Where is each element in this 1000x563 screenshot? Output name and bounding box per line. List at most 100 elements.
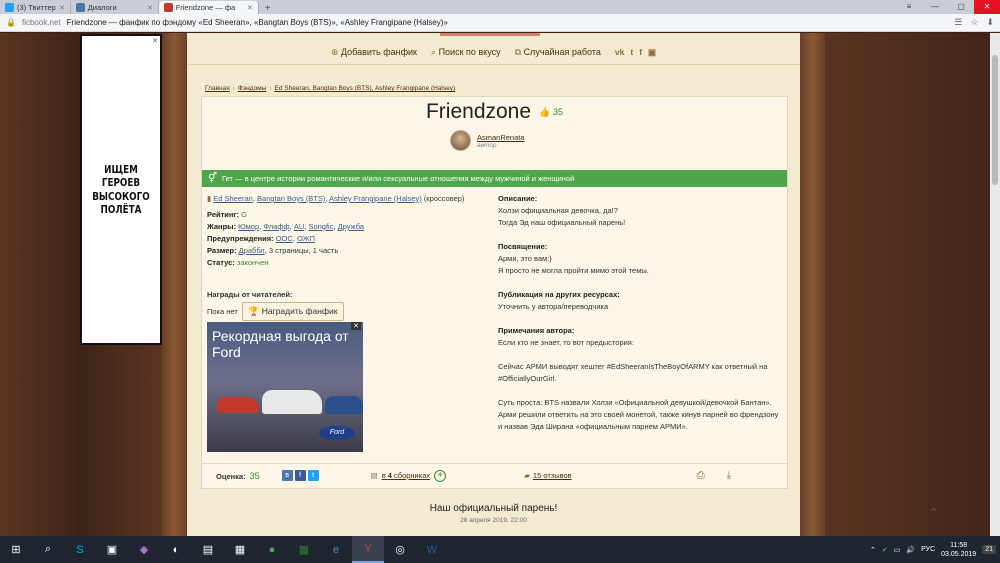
author-block: AsmanRenata автор xyxy=(450,130,525,151)
breadcrumb-fandoms[interactable]: Фэндомы xyxy=(238,85,266,92)
tray-up-icon[interactable]: ⌃ xyxy=(870,546,876,554)
windows-taskbar: ⊞ ⌕ S ▣ ◆ ◐ ▤ ▦ ● ▩ e Y ◎ W ⌃ ✔ ▭ 🔊 РУС … xyxy=(0,536,1000,563)
warning-link[interactable]: ОЖП xyxy=(297,234,315,243)
tab-twitter[interactable]: (3) Твиттер ✕ xyxy=(0,1,71,14)
bookmarks-icon[interactable]: ≡ xyxy=(896,0,922,14)
ford-ad[interactable]: ✕ Рекордная выгода от Ford Ford xyxy=(207,322,363,452)
excel-icon[interactable]: ▩ xyxy=(288,536,320,563)
torrent-icon[interactable]: ● xyxy=(256,536,288,563)
collections-prefix: в xyxy=(381,471,386,480)
score-block: Оценка: 35 xyxy=(216,471,260,481)
description-section: Описание: Холзи официальная девочка, да!… xyxy=(498,193,783,229)
windows-start-icon[interactable]: ⊞ xyxy=(0,536,32,563)
add-to-collection-button[interactable]: + xyxy=(434,469,447,482)
search-icon[interactable]: ⌕ xyxy=(32,536,64,563)
paint-icon[interactable]: ◆ xyxy=(128,536,160,563)
shield-icon[interactable]: ✔ xyxy=(882,546,888,554)
site-navigation: ⊕ Добавить фанфик ⌕ Поиск по вкусу ⧉ Слу… xyxy=(187,41,800,65)
rating-value[interactable]: G xyxy=(241,210,247,219)
tab-friendzone[interactable]: Friendzone — фа ✕ xyxy=(158,1,259,14)
page-scrollbar[interactable] xyxy=(990,33,1000,536)
size-link[interactable]: Драббл xyxy=(239,246,265,255)
collections-count: 4 xyxy=(387,471,392,480)
twitter-icon[interactable]: t xyxy=(630,47,633,58)
score-value: 35 xyxy=(249,470,260,481)
notification-badge[interactable]: 21 xyxy=(982,545,996,554)
language-indicator[interactable]: РУС xyxy=(921,546,935,553)
breadcrumb-fandom-list[interactable]: Ed Sheeran, Bangtan Boys (BTS), Ashley F… xyxy=(275,85,456,92)
download-icon[interactable]: ⤓ xyxy=(727,470,731,481)
fandom-link[interactable]: Ashley Frangipane (Halsey) xyxy=(329,194,422,203)
close-icon[interactable]: ✕ xyxy=(247,4,253,12)
minimize-icon[interactable]: — xyxy=(922,0,948,14)
camera-icon[interactable]: ▣ xyxy=(96,536,128,563)
print-icon[interactable]: ⎙ xyxy=(697,470,705,481)
work-metadata: ▮ Ed Sheeran, Bangtan Boys (BTS), Ashley… xyxy=(207,193,487,269)
author-name[interactable]: AsmanRenata xyxy=(477,133,525,142)
genre-link[interactable]: AU xyxy=(294,222,304,231)
ad-close-icon[interactable]: ✕ xyxy=(152,37,158,45)
status-label: Статус: xyxy=(207,258,235,267)
ficbook-icon xyxy=(163,3,173,12)
star-icon[interactable]: ☆ xyxy=(970,17,978,28)
clock[interactable]: 11:58 03.05.2019 xyxy=(941,541,976,559)
chapter-title: Наш официальный парень! xyxy=(429,503,558,514)
app-icon[interactable]: ◐ xyxy=(160,536,192,563)
media-icon[interactable]: ◎ xyxy=(384,536,416,563)
new-tab-button[interactable]: + xyxy=(259,3,277,14)
search-icon: ⌕ xyxy=(431,47,437,57)
genre-link[interactable]: Флафф xyxy=(263,222,289,231)
fandom-link[interactable]: Ed Sheeran xyxy=(213,194,253,203)
twitter-share-icon[interactable]: t xyxy=(307,470,319,481)
volume-icon[interactable]: 🔊 xyxy=(906,546,915,554)
random-work-label: Случайная работа xyxy=(523,47,601,57)
search-by-taste-link[interactable]: ⌕ Поиск по вкусу xyxy=(431,47,501,58)
book-icon: ▮ xyxy=(207,194,212,203)
warning-link[interactable]: ООС xyxy=(276,234,293,243)
network-icon[interactable]: ▭ xyxy=(894,546,901,554)
facebook-share-icon[interactable]: f xyxy=(294,470,306,481)
maximize-icon[interactable]: ▢ xyxy=(948,0,974,14)
genre-link[interactable]: Songfic xyxy=(308,222,333,231)
likes-counter[interactable]: 👍 35 xyxy=(539,107,563,118)
download-icon[interactable]: ⬇ xyxy=(986,17,994,28)
message-icon[interactable]: ▣ xyxy=(648,47,656,58)
random-work-link[interactable]: ⧉ Случайная работа xyxy=(515,47,601,58)
yandex-browser-icon[interactable]: Y xyxy=(352,536,384,563)
scrollbar-thumb[interactable] xyxy=(992,55,998,185)
reader-icon[interactable]: ☰ xyxy=(954,17,962,28)
skype-icon[interactable]: S xyxy=(64,536,96,563)
window-close-icon[interactable]: ✕ xyxy=(974,0,1000,14)
genre-link[interactable]: Дружба xyxy=(338,222,364,231)
tab-dialogs[interactable]: Диалоги ✕ xyxy=(71,1,159,14)
notes-label: Примечания автора: xyxy=(498,326,575,335)
calculator-icon[interactable]: ▦ xyxy=(224,536,256,563)
address-domain: ficbook.net xyxy=(21,18,61,27)
edge-icon[interactable]: e xyxy=(320,536,352,563)
vk-share-icon[interactable]: в xyxy=(281,470,293,481)
window-controls: ≡ — ▢ ✕ xyxy=(896,0,1000,14)
close-icon[interactable]: ✕ xyxy=(59,4,65,12)
award-fanfic-button[interactable]: 🏆 Наградить фанфик xyxy=(241,302,345,321)
rating-row: Рейтинг: G xyxy=(207,209,487,221)
word-icon[interactable]: W xyxy=(416,536,448,563)
scroll-top-icon[interactable]: ⌃ xyxy=(928,505,940,522)
reviews-link[interactable]: 15 отзывов xyxy=(533,471,572,480)
avatar[interactable] xyxy=(450,130,471,151)
fandom-link[interactable]: Bangtan Boys (BTS) xyxy=(257,194,325,203)
car-image xyxy=(217,397,259,413)
vk-icon[interactable]: vk xyxy=(615,47,624,58)
close-icon[interactable]: ✕ xyxy=(147,4,153,12)
scanner-icon[interactable]: ▤ xyxy=(192,536,224,563)
side-banner-ad[interactable]: ✕ ИЩЕМ ГЕРОЕВ ВЫСОКОГО ПОЛЁТА xyxy=(80,34,162,345)
genre-link[interactable]: Юмор xyxy=(238,222,259,231)
breadcrumb-home[interactable]: Главная xyxy=(205,85,230,92)
address-bar[interactable]: 🔒 ficbook.net Friendzone — фанфик по фэн… xyxy=(0,14,1000,32)
facebook-icon[interactable]: f xyxy=(639,47,642,58)
rating-label: Рейтинг: xyxy=(207,210,240,219)
thumbs-up-icon: 👍 xyxy=(539,106,551,117)
add-fanfic-link[interactable]: ⊕ Добавить фанфик xyxy=(331,47,417,58)
trophy-icon: 🏆 xyxy=(248,306,260,316)
plus-circle-icon: ⊕ xyxy=(330,47,339,57)
collections-link[interactable]: в 4 сборниках xyxy=(382,471,430,480)
